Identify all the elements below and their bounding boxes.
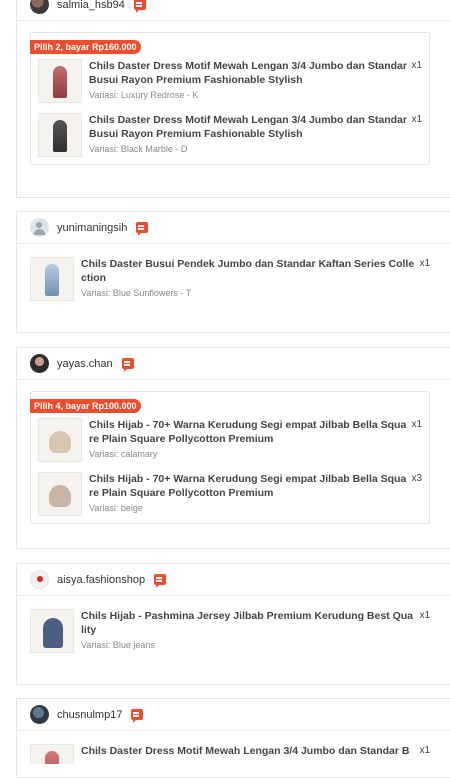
avatar[interactable]: [30, 570, 49, 589]
order-header: yunimaningsih: [17, 212, 450, 244]
product-variant: Variasi: beige: [89, 503, 143, 513]
order-item[interactable]: Chils Daster Busui Pendek Jumbo dan Stan…: [17, 257, 450, 301]
product-name: Chils Daster Busui Pendek Jumbo dan Stan…: [81, 258, 415, 284]
product-variant: Variasi: Blue jeans: [81, 640, 155, 650]
bundle-deal-group: Pilih 2, bayar Rp160.000 Chils Daster Dr…: [30, 32, 430, 165]
product-thumbnail[interactable]: [30, 744, 74, 764]
product-name: Chils Hijab - 70+ Warna Kerudung Segi em…: [89, 419, 407, 445]
chat-icon[interactable]: [121, 358, 134, 372]
order-header: aisya.fashionshop: [17, 564, 450, 596]
buyer-username[interactable]: salmia_hsb94: [57, 0, 125, 11]
order-header: chusnulmp17: [17, 699, 450, 731]
avatar[interactable]: [30, 218, 49, 237]
product-quantity: x3: [411, 473, 422, 484]
product-quantity: x1: [419, 258, 430, 269]
order-item[interactable]: Chils Hijab - 70+ Warna Kerudung Segi em…: [31, 412, 429, 467]
order-item[interactable]: Chils Hijab - 70+ Warna Kerudung Segi em…: [31, 467, 429, 521]
product-quantity: x1: [419, 745, 430, 756]
buyer-username[interactable]: aisya.fashionshop: [57, 574, 145, 586]
order-card: chusnulmp17 Chils Daster Dress Motif Mew…: [16, 698, 450, 778]
chat-icon[interactable]: [131, 709, 144, 723]
product-name: Chils Hijab - 70+ Warna Kerudung Segi em…: [89, 473, 407, 499]
product-thumbnail[interactable]: [30, 609, 74, 653]
order-header: salmia_hsb94: [17, 0, 450, 21]
chat-icon[interactable]: [136, 222, 149, 236]
avatar[interactable]: [30, 354, 49, 373]
buyer-username[interactable]: chusnulmp17: [57, 709, 122, 721]
buyer-username[interactable]: yayas.chan: [57, 358, 113, 370]
order-card: aisya.fashionshop Chils Hijab - Pashmina…: [16, 563, 450, 685]
product-quantity: x1: [411, 419, 422, 430]
product-thumbnail[interactable]: [38, 472, 82, 516]
bundle-deal-group: Pilih 4, bayar Rp100.000 Chils Hijab - 7…: [30, 391, 430, 524]
product-name: Chils Hijab - Pashmina Jersey Jilbab Pre…: [81, 610, 414, 636]
promo-badge: Pilih 4, bayar Rp100.000: [30, 399, 141, 413]
product-thumbnail[interactable]: [38, 113, 82, 157]
product-thumbnail[interactable]: [38, 418, 82, 462]
order-card: yunimaningsih Chils Daster Busui Pendek …: [16, 211, 450, 333]
order-item[interactable]: Chils Daster Dress Motif Mewah Lengan 3/…: [31, 108, 429, 162]
product-quantity: x1: [411, 60, 422, 71]
promo-badge: Pilih 2, bayar Rp160.000: [30, 40, 141, 54]
product-thumbnail[interactable]: [38, 59, 82, 103]
product-variant: Variasi: Black Marble - D: [89, 144, 188, 154]
chat-icon[interactable]: [154, 574, 167, 588]
order-item[interactable]: Chils Daster Dress Motif Mewah Lengan 3/…: [31, 53, 429, 108]
product-variant: Variasi: calamary: [89, 449, 158, 459]
product-variant: Variasi: Blue Sunflowers - T: [81, 288, 192, 298]
product-thumbnail[interactable]: [30, 257, 74, 301]
order-card: salmia_hsb94 Pilih 2, bayar Rp160.000 Ch…: [16, 0, 450, 198]
order-item[interactable]: Chils Hijab - Pashmina Jersey Jilbab Pre…: [17, 609, 450, 653]
product-variant: Variasi: Luxury Redrose - K: [89, 90, 199, 100]
buyer-username[interactable]: yunimaningsih: [57, 222, 127, 234]
product-name: Chils Daster Dress Motif Mewah Lengan 3/…: [89, 114, 407, 140]
product-name: Chils Daster Dress Motif Mewah Lengan 3/…: [89, 60, 407, 86]
product-name: Chils Daster Dress Motif Mewah Lengan 3/…: [81, 745, 410, 757]
product-quantity: x1: [411, 114, 422, 125]
chat-icon[interactable]: [133, 0, 146, 13]
order-header: yayas.chan: [17, 348, 450, 380]
avatar[interactable]: [30, 705, 49, 724]
order-item[interactable]: Chils Daster Dress Motif Mewah Lengan 3/…: [17, 744, 450, 764]
order-card: yayas.chan Pilih 4, bayar Rp100.000 Chil…: [16, 347, 450, 549]
avatar[interactable]: [30, 0, 49, 14]
product-quantity: x1: [419, 610, 430, 621]
